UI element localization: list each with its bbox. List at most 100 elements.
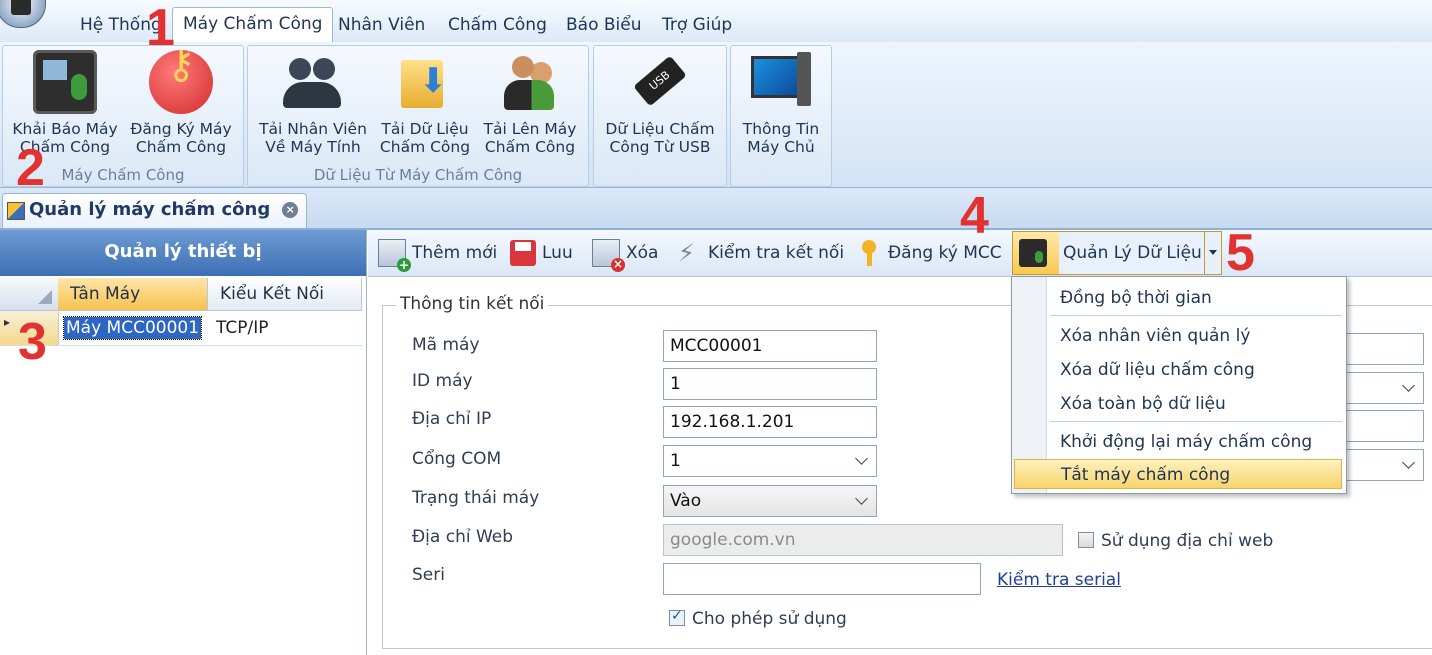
use-web-label: Sử dụng địa chỉ web [1101, 531, 1274, 551]
folder-download-icon [393, 50, 457, 114]
step-number-1: 1 [146, 0, 175, 57]
tab-may-cham-cong[interactable]: Máy Chấm Công [172, 7, 334, 43]
serial-input[interactable] [663, 563, 981, 595]
menu-item-dong-bo-thoi-gian[interactable]: Đồng bộ thời gian [1014, 283, 1342, 313]
menu-item-xoa-nhan-vien[interactable]: Xóa nhân viên quản lý [1014, 321, 1342, 351]
chevron-down-icon [1402, 456, 1415, 469]
label-dia-chi-web: Địa chỉ Web [412, 527, 514, 547]
thong-tin-may-chu-button[interactable]: Thông Tin Máy Chủ [735, 50, 827, 156]
ma-may-input[interactable] [663, 330, 877, 362]
com-port-value: 1 [670, 451, 681, 471]
key-icon [149, 50, 213, 114]
chevron-down-icon [1402, 379, 1415, 392]
tai-len-may-button[interactable]: Tải Lên Máy Chấm Công [478, 50, 582, 156]
people-upload-icon [498, 50, 562, 114]
step-number-4: 4 [960, 187, 989, 245]
usb-icon [628, 50, 692, 114]
dang-ky-may-button[interactable]: Đăng Ký Máy Chấm Công [125, 50, 237, 156]
group-may-chu: Thông Tin Máy Chủ [730, 45, 832, 187]
save-icon [510, 240, 536, 266]
hidden-select-2[interactable] [1340, 449, 1424, 481]
tab-bao-bieu[interactable]: Báo Biểu [562, 10, 646, 40]
label-seri: Seri [412, 565, 445, 585]
close-icon[interactable]: × [282, 202, 299, 218]
status-select[interactable]: Vào [663, 485, 877, 517]
delete-icon [592, 239, 625, 272]
group-du-lieu: Tải Nhân Viên Về Máy Tính Tải Dữ Liệu Ch… [247, 45, 589, 187]
allow-use-label: Cho phép sử dụng [692, 609, 847, 629]
plug-icon [676, 236, 702, 270]
add-icon [378, 239, 411, 272]
module-icon [7, 202, 25, 220]
save-label: Luu [542, 243, 573, 263]
hidden-select-1[interactable] [1340, 372, 1424, 404]
menu-item-xoa-du-lieu-cham-cong[interactable]: Xóa dữ liệu chấm công [1014, 355, 1342, 385]
app-logo-icon [11, 0, 31, 15]
ip-address-input[interactable] [663, 406, 877, 438]
toolbar: Thêm mới Luu Xóa Kiểm tra kết nối Đăng k… [368, 230, 1432, 277]
com-port-select[interactable]: 1 [663, 445, 877, 477]
fingerprint-device-icon [33, 50, 97, 114]
label-cong-com: Cổng COM [412, 449, 502, 469]
column-header-name[interactable]: Tân Máy [58, 278, 208, 310]
label-dia-chi-ip: Địa chỉ IP [412, 409, 492, 429]
tab-nhan-vien[interactable]: Nhân Viên [334, 10, 429, 40]
cell-connection-type[interactable]: TCP/IP [210, 311, 360, 345]
step-number-3: 3 [18, 313, 47, 371]
doc-tab-label: Quản lý máy chấm công [29, 199, 271, 220]
chevron-down-icon[interactable] [1204, 232, 1221, 274]
label-id-may: ID máy [412, 371, 473, 391]
thong-tin-may-chu-label: Thông Tin Máy Chủ [742, 120, 820, 156]
group-usb: Dữ Liệu Chấm Công Từ USB [593, 45, 727, 187]
fingerprint-device-icon [1019, 239, 1047, 267]
document-tab-strip: Quản lý máy chấm công × [0, 188, 1432, 230]
save-button[interactable]: Luu [510, 236, 573, 270]
table-row[interactable]: Máy MCC00001 TCP/IP [0, 311, 362, 346]
hidden-field-1[interactable] [1340, 333, 1424, 365]
menu-item-tat-may[interactable]: Tắt máy chấm công [1014, 459, 1342, 489]
hidden-field-2[interactable] [1340, 410, 1424, 442]
cell-device-name[interactable]: Máy MCC00001 [58, 311, 208, 345]
device-panel: Quản lý thiết bị Tân Máy Kiểu Kết Nối Má… [0, 230, 367, 655]
tai-du-lieu-label: Tải Dữ Liệu Chấm Công [379, 120, 471, 156]
grid-header: Tân Máy Kiểu Kết Nối [0, 278, 362, 311]
allow-use-checkbox[interactable] [669, 608, 685, 626]
check-serial-link[interactable]: Kiểm tra serial [997, 570, 1121, 590]
step-number-2: 2 [16, 139, 45, 197]
ribbon-tab-bar: Hệ Thống Máy Chấm Công Nhân Viên Chấm Cô… [0, 0, 1432, 43]
add-button[interactable]: Thêm mới [378, 236, 498, 272]
label-trang-thai: Trạng thái máy [412, 488, 540, 508]
delete-button[interactable]: Xóa [592, 236, 659, 272]
ribbon-panel: Khải Báo Máy Chấm Công Đăng Ký Máy Chấm … [0, 42, 1432, 188]
tai-len-may-label: Tải Lên Máy Chấm Công [483, 120, 577, 156]
users-download-icon [281, 50, 345, 114]
doc-tab-quan-ly-may[interactable]: Quản lý máy chấm công × [2, 193, 308, 228]
du-lieu-usb-button[interactable]: Dữ Liệu Chấm Công Từ USB [600, 50, 720, 156]
computer-icon [749, 50, 813, 114]
menu-item-xoa-toan-bo[interactable]: Xóa toàn bộ dữ liệu [1014, 389, 1342, 419]
tai-nhan-vien-button[interactable]: Tải Nhân Viên Về Máy Tính [254, 50, 372, 156]
tab-tro-giup[interactable]: Trợ Giúp [658, 10, 736, 40]
chevron-down-icon [855, 452, 868, 465]
app-menu-button[interactable] [0, 0, 46, 28]
select-all-corner[interactable] [0, 278, 59, 310]
tai-nhan-vien-label: Tải Nhân Viên Về Máy Tính [259, 120, 367, 156]
dang-ky-may-label: Đăng Ký Máy Chấm Công [130, 120, 232, 156]
data-manage-dropdown-button[interactable]: Quản Lý Dữ Liệu [1012, 231, 1222, 275]
id-may-input[interactable] [663, 368, 877, 400]
groupbox-legend: Thông tin kết nối [396, 294, 549, 314]
device-name-text: Máy MCC00001 [62, 316, 203, 340]
menu-separator [1050, 421, 1342, 422]
menu-item-khoi-dong-lai[interactable]: Khởi động lại máy chấm công [1014, 427, 1342, 457]
chevron-down-icon [855, 492, 868, 505]
menu-separator [1050, 315, 1342, 316]
tab-cham-cong[interactable]: Chấm Công [444, 10, 551, 40]
add-label: Thêm mới [412, 243, 498, 263]
test-connection-label: Kiểm tra kết nối [708, 243, 845, 263]
tai-du-lieu-button[interactable]: Tải Dữ Liệu Chấm Công [374, 50, 476, 156]
use-web-checkbox[interactable] [1078, 532, 1094, 548]
column-header-connection[interactable]: Kiểu Kết Nối [208, 278, 362, 310]
step-number-5: 5 [1226, 224, 1255, 282]
test-connection-button[interactable]: Kiểm tra kết nối [676, 236, 844, 270]
delete-label: Xóa [626, 243, 659, 263]
